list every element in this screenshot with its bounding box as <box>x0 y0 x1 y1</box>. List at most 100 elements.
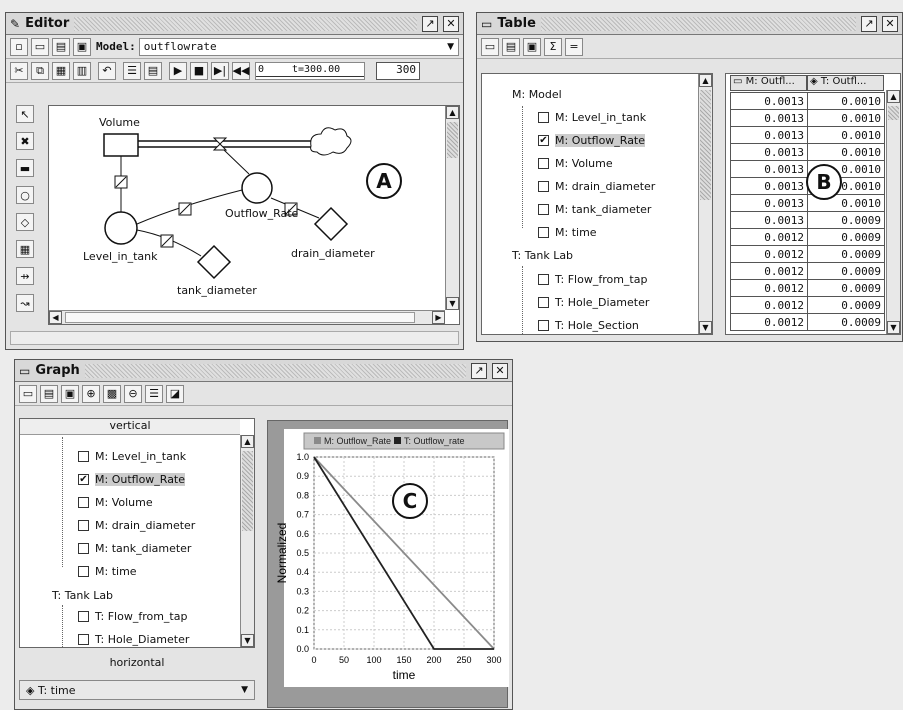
table-row[interactable]: 0.0013 0.0010 <box>730 143 885 161</box>
play-icon[interactable]: ▶ <box>169 61 187 80</box>
tree-item[interactable]: T: Flow_from_tap <box>78 610 187 623</box>
tank-diameter-node[interactable] <box>196 244 232 280</box>
undo-icon[interactable]: ↶ <box>98 61 116 80</box>
scroll-left-icon[interactable]: ◀ <box>49 311 62 324</box>
open-icon[interactable]: ▤ <box>502 37 520 56</box>
model-canvas[interactable]: Volume Level_in_tank Outflow_Rate drain_… <box>48 105 460 325</box>
tree-item[interactable]: M: drain_diameter <box>78 519 195 532</box>
delete-icon[interactable]: ▥ <box>73 61 91 80</box>
h-scroll-thumb[interactable] <box>65 312 415 323</box>
pointer-icon[interactable]: ↖ <box>16 105 34 123</box>
table-cell[interactable]: 0.0010 <box>807 143 885 161</box>
save-icon[interactable]: ▣ <box>523 37 541 56</box>
graph-vertical-tree[interactable]: vertical M: Level_in_tank ✔ M: Outflow_Rat… <box>19 418 255 648</box>
table-cell[interactable]: 0.0013 <box>730 109 808 127</box>
sum-icon[interactable]: Σ <box>544 37 562 56</box>
table-cell[interactable]: 0.0010 <box>807 92 885 110</box>
maximize-icon[interactable]: ↗ <box>861 15 877 32</box>
tree-item[interactable]: T: Flow_from_tap <box>538 273 647 286</box>
model-select[interactable]: outflowrate ▼ <box>138 37 459 56</box>
tree-item[interactable]: M: tank_diameter <box>78 542 191 555</box>
table-row[interactable]: 0.0013 0.0010 <box>730 109 885 127</box>
table-cell[interactable]: 0.0009 <box>807 296 885 314</box>
new-file-icon[interactable]: ▫ <box>10 37 28 56</box>
rewind-icon[interactable]: ◀◀ <box>232 61 250 80</box>
tree-item[interactable]: M: Level_in_tank <box>538 111 646 124</box>
table-cell[interactable]: 0.0009 <box>807 211 885 229</box>
tree-item-checkbox[interactable] <box>538 320 549 331</box>
tree-item[interactable]: M: Volume <box>78 496 153 509</box>
table-row[interactable]: 0.0012 0.0009 <box>730 228 885 246</box>
flow-icon[interactable]: ⇸ <box>16 267 34 285</box>
close-icon[interactable]: ✕ <box>882 15 898 32</box>
scroll-up-icon[interactable]: ▲ <box>887 90 900 103</box>
table-cell[interactable]: 0.0013 <box>730 143 808 161</box>
table-titlebar[interactable]: ▭ Table ↗ ✕ <box>477 13 902 35</box>
table-row[interactable]: 0.0012 0.0009 <box>730 296 885 314</box>
tree-item[interactable]: M: time <box>538 226 597 239</box>
open-folder-icon[interactable]: ▭ <box>481 37 499 56</box>
chart-icon[interactable]: ◪ <box>166 384 184 403</box>
table-cell[interactable]: 0.0013 <box>730 211 808 229</box>
open-icon[interactable]: ▤ <box>52 37 70 56</box>
time-slider[interactable]: 0 t=300.00 <box>255 61 365 80</box>
save-icon[interactable]: ▣ <box>61 384 79 403</box>
drain-diameter-node[interactable] <box>313 206 349 242</box>
canvas-horizontal-scrollbar[interactable]: ◀ ▶ <box>49 310 445 324</box>
tree-item-checkbox[interactable]: ✔ <box>78 474 89 485</box>
outflow-rate-node[interactable] <box>241 172 273 204</box>
table-cell[interactable]: 0.0010 <box>807 126 885 144</box>
zoom-in-icon[interactable]: ⊕ <box>82 384 100 403</box>
volume-stock[interactable] <box>103 133 139 157</box>
table-cell[interactable]: 0.0012 <box>730 228 808 246</box>
flow-valve[interactable] <box>212 137 228 151</box>
table-cell[interactable]: 0.0013 <box>730 160 808 178</box>
tree-item[interactable]: M: tank_diameter <box>538 203 651 216</box>
tree-item-checkbox[interactable] <box>538 274 549 285</box>
open-icon[interactable]: ▤ <box>40 384 58 403</box>
table-row[interactable]: 0.0013 0.0009 <box>730 211 885 229</box>
tree-item-checkbox[interactable] <box>538 181 549 192</box>
table-cell[interactable]: 0.0012 <box>730 245 808 263</box>
tree-vertical-scrollbar[interactable]: ▲ ▼ <box>698 74 712 334</box>
scroll-down-icon[interactable]: ▼ <box>446 297 459 310</box>
end-time-input[interactable]: 300 <box>376 61 420 80</box>
table-cell[interactable]: 0.0010 <box>807 109 885 127</box>
settings-list-icon[interactable]: ☰ <box>145 384 163 403</box>
step-forward-icon[interactable]: ▶| <box>211 61 229 80</box>
tree-item-checkbox[interactable] <box>78 543 89 554</box>
tree-item-checkbox[interactable] <box>78 520 89 531</box>
table-row[interactable]: 0.0012 0.0009 <box>730 279 885 297</box>
column-header-m[interactable]: ▭ M: Outfl... <box>730 75 807 91</box>
maximize-icon[interactable]: ↗ <box>471 362 487 379</box>
cut-icon[interactable]: ✂ <box>10 61 28 80</box>
settings-list-icon[interactable]: ☰ <box>123 61 141 80</box>
table-cell[interactable]: 0.0009 <box>807 279 885 297</box>
tree-item-checkbox[interactable] <box>78 497 89 508</box>
variable-icon[interactable]: ○ <box>16 186 34 204</box>
level-in-tank-node[interactable] <box>104 211 138 245</box>
tree-item-checkbox[interactable] <box>78 566 89 577</box>
tree-item[interactable]: T: Hole_Section <box>538 319 639 332</box>
delete-x-icon[interactable]: ✖ <box>16 132 34 150</box>
table-cell[interactable]: 0.0013 <box>730 194 808 212</box>
stock-icon[interactable]: ▬ <box>16 159 34 177</box>
zoom-fit-icon[interactable]: ▩ <box>103 384 121 403</box>
maximize-icon[interactable]: ↗ <box>422 15 438 32</box>
editor-titlebar[interactable]: ✎ Editor ↗ ✕ <box>6 13 463 35</box>
scroll-down-icon[interactable]: ▼ <box>699 321 712 334</box>
table-cell[interactable]: 0.0012 <box>730 296 808 314</box>
tree-item[interactable]: M: time <box>78 565 137 578</box>
table-vertical-scrollbar[interactable]: ▲ ▼ <box>886 90 900 334</box>
tree-item[interactable]: M: Level_in_tank <box>78 450 186 463</box>
table-cell[interactable]: 0.0009 <box>807 262 885 280</box>
tree-item-checkbox[interactable]: ✔ <box>538 135 549 146</box>
table-function-icon[interactable]: ▦ <box>16 240 34 258</box>
table-cell[interactable]: 0.0013 <box>730 126 808 144</box>
tree-item-checkbox[interactable] <box>538 204 549 215</box>
tree-item-checkbox[interactable] <box>538 158 549 169</box>
table-row[interactable]: 0.0012 0.0009 <box>730 313 885 331</box>
scroll-right-icon[interactable]: ▶ <box>432 311 445 324</box>
tree-item[interactable]: ✔ M: Outflow_Rate <box>78 473 186 486</box>
scroll-down-icon[interactable]: ▼ <box>241 634 254 647</box>
